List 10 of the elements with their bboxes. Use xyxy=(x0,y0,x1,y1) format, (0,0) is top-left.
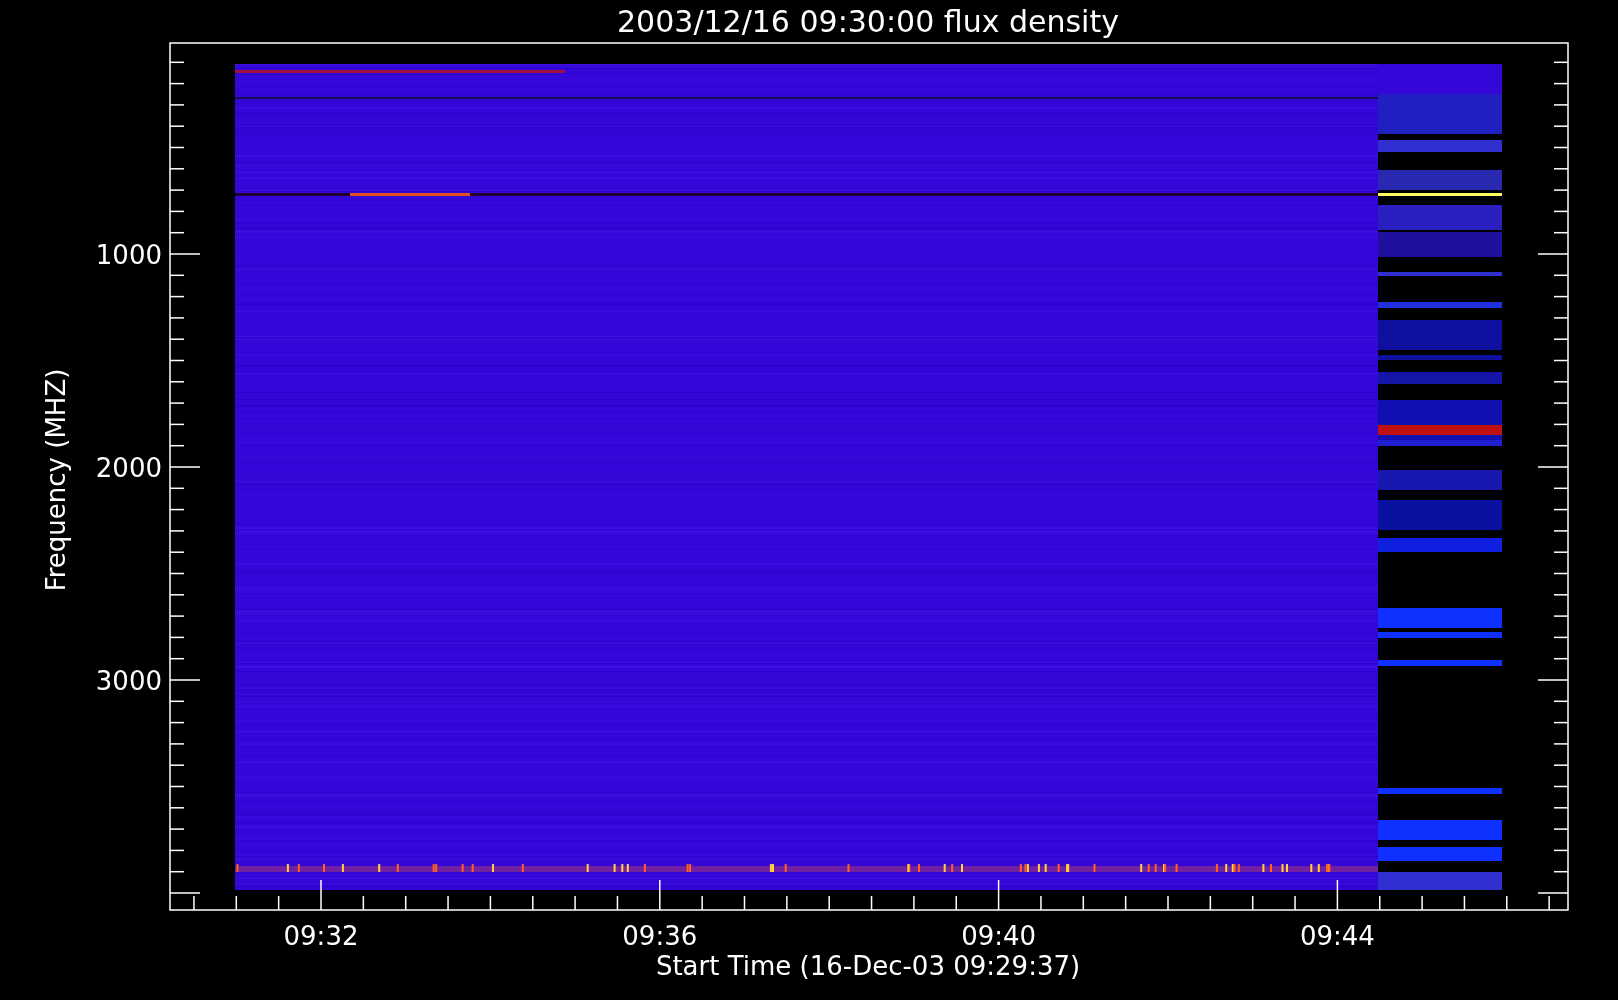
y-axis-label: Frequency (MHZ) xyxy=(41,368,71,592)
x-tick-label: 09:44 xyxy=(1299,921,1375,951)
x-tick-label: 09:32 xyxy=(283,921,359,951)
x-tick-label: 09:40 xyxy=(961,921,1037,951)
y-tick-label: 2000 xyxy=(95,453,162,483)
y-tick-label: 1000 xyxy=(95,240,162,270)
x-axis-label: Start Time (16-Dec-03 09:29:37) xyxy=(655,951,1081,981)
y-tick-label: 3000 xyxy=(95,666,162,696)
x-tick-label: 09:36 xyxy=(622,921,698,951)
plot-title: 2003/12/16 09:30:00 flux density xyxy=(617,4,1119,39)
